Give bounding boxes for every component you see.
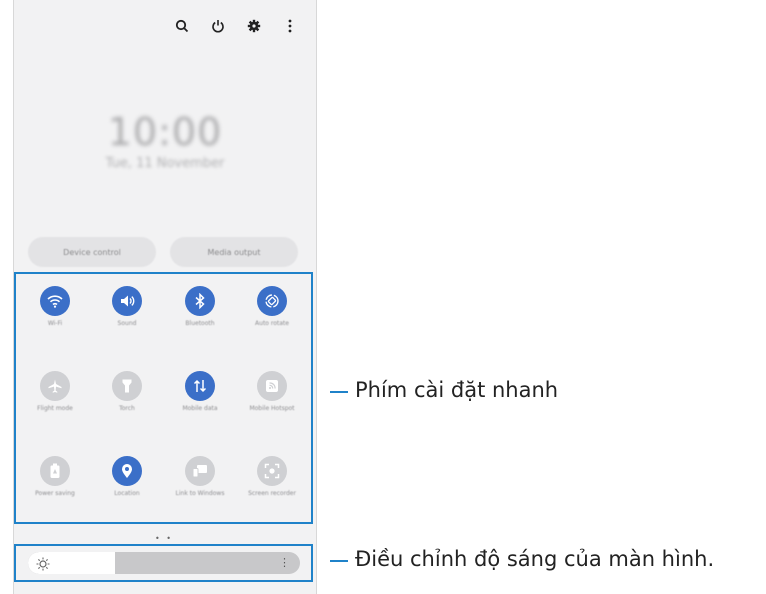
callout-line-quick-settings (330, 391, 348, 393)
callout-line-brightness (330, 560, 348, 562)
media-output-button[interactable]: Media output (170, 237, 298, 267)
location-icon (112, 456, 142, 486)
device-control-button[interactable]: Device control (28, 237, 156, 267)
tile-label: Wi-Fi (47, 320, 63, 327)
bluetooth-icon (185, 286, 215, 316)
sound-icon (112, 286, 142, 316)
screen-recorder-icon (257, 456, 287, 486)
brightness-slider[interactable]: ⋮ (28, 552, 300, 574)
tile-label: Link to Windows (175, 490, 225, 497)
tile-label: Mobile Hotspot (249, 405, 295, 412)
panel-toolbar (174, 18, 298, 34)
hotspot-icon (257, 371, 287, 401)
tile-label: Sound (117, 320, 137, 327)
power-icon[interactable] (210, 18, 226, 34)
tile-wifi[interactable]: Wi-Fi (20, 286, 90, 327)
tile-label: Mobile data (182, 405, 218, 412)
tile-label: Power saving (35, 490, 75, 497)
tile-mobile-hotspot[interactable]: Mobile Hotspot (237, 371, 307, 412)
lock-date: Tue, 11 November (105, 156, 225, 171)
tile-label: Screen recorder (248, 490, 296, 497)
tile-label: Location (114, 490, 140, 497)
tile-auto-rotate[interactable]: Auto rotate (237, 286, 307, 327)
tile-screen-recorder[interactable]: Screen recorder (237, 456, 307, 497)
link-windows-icon (185, 456, 215, 486)
tile-sound[interactable]: Sound (92, 286, 162, 327)
torch-icon (112, 371, 142, 401)
tile-label: Torch (119, 405, 135, 412)
tile-label: Flight mode (37, 405, 73, 412)
quick-settings-panel: Wi-Fi Sound Bluetooth Auto rotate Flight… (14, 272, 313, 524)
wifi-icon (40, 286, 70, 316)
sun-icon (36, 556, 50, 571)
callout-brightness: Điều chỉnh độ sáng của màn hình. (355, 547, 715, 571)
notification-panel: 10:00 Tue, 11 November Device control Me… (13, 0, 317, 594)
page-indicator: • • (155, 534, 173, 543)
rotate-icon (257, 286, 287, 316)
battery-icon (40, 456, 70, 486)
search-icon[interactable] (174, 18, 190, 34)
airplane-icon (40, 371, 70, 401)
brightness-more-icon[interactable]: ⋮ (279, 556, 290, 569)
tile-bluetooth[interactable]: Bluetooth (165, 286, 235, 327)
callout-quick-settings: Phím cài đặt nhanh (355, 378, 559, 402)
data-icon (185, 371, 215, 401)
tile-label: Bluetooth (185, 320, 215, 327)
tile-mobile-data[interactable]: Mobile data (165, 371, 235, 412)
more-vertical-icon[interactable] (282, 18, 298, 34)
tile-power-saving[interactable]: Power saving (20, 456, 90, 497)
brightness-panel: ⋮ (14, 544, 313, 582)
gear-icon[interactable] (246, 18, 262, 34)
tile-label: Auto rotate (255, 320, 289, 327)
tile-torch[interactable]: Torch (92, 371, 162, 412)
lock-clock: 10:00 (107, 110, 223, 154)
tile-link-to-windows[interactable]: Link to Windows (165, 456, 235, 497)
tile-location[interactable]: Location (92, 456, 162, 497)
tile-flight-mode[interactable]: Flight mode (20, 371, 90, 412)
